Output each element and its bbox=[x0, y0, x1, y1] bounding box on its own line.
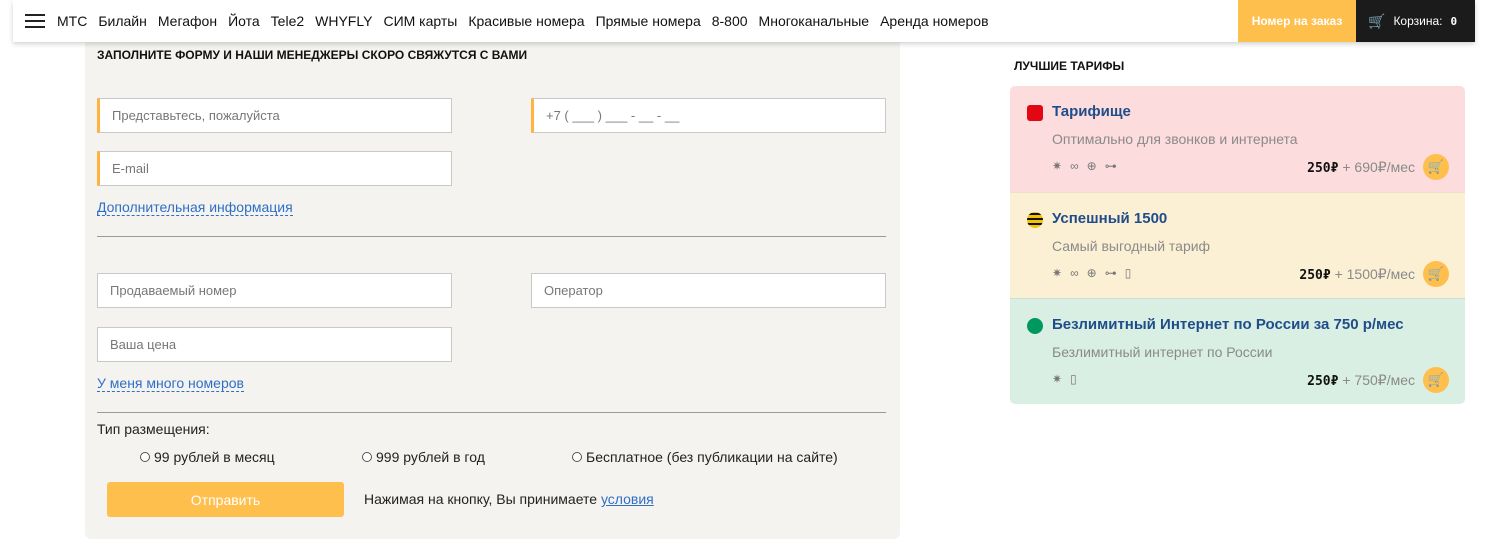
nav-item-beautiful-numbers[interactable]: Красивые номера bbox=[468, 13, 584, 29]
modem-icon: ▯ bbox=[1070, 372, 1077, 386]
nav-item-mts[interactable]: МТС bbox=[57, 13, 87, 29]
tariff-card[interactable]: Тарифище Оптимально для звонков и интерн… bbox=[1010, 86, 1465, 192]
monthly-fee: + 750₽/мес bbox=[1342, 372, 1415, 388]
unlimited-icon: ∞ bbox=[1070, 159, 1079, 173]
many-numbers-link[interactable]: У меня много номеров bbox=[97, 375, 244, 392]
nav-item-whyfly[interactable]: WHYFLY bbox=[315, 13, 372, 29]
monthly-fee: + 690₽/мес bbox=[1342, 159, 1415, 175]
tariff-name[interactable]: Успешный 1500 bbox=[1052, 210, 1167, 227]
tariff-name[interactable]: Тарифище bbox=[1052, 103, 1131, 120]
internet-icon: ⊕ bbox=[1086, 159, 1097, 173]
tariff-name[interactable]: Безлимитный Интернет по России за 750 р/… bbox=[1052, 316, 1404, 333]
cart-icon: 🛒 bbox=[1427, 159, 1445, 174]
placement-option-yearly[interactable]: 999 рублей в год bbox=[362, 449, 485, 465]
calls-icon: ✷ bbox=[1052, 372, 1063, 386]
best-tariffs-title: ЛУЧШИЕ ТАРИФЫ bbox=[1014, 59, 1125, 73]
cart-label: Корзина: bbox=[1393, 14, 1443, 28]
phone-input[interactable]: +7 ( ___ ) ___ - __ - __ bbox=[531, 98, 886, 133]
nav-item-beeline[interactable]: Билайн bbox=[98, 13, 147, 29]
internet-icon: ⊕ bbox=[1086, 266, 1097, 280]
operator-input[interactable]: Оператор bbox=[531, 273, 886, 308]
nav-item-megafon[interactable]: Мегафон bbox=[158, 13, 217, 29]
nav-item-tele2[interactable]: Tele2 bbox=[271, 13, 304, 29]
nav-menu: МТС Билайн Мегафон Йота Tele2 WHYFLY СИМ… bbox=[57, 13, 1000, 29]
sold-number-input[interactable]: Продаваемый номер bbox=[97, 273, 452, 308]
placement-type-label: Тип размещения: bbox=[97, 421, 210, 437]
nav-item-multichannel[interactable]: Многоканальные bbox=[759, 13, 870, 29]
terms-link[interactable]: условия bbox=[601, 491, 654, 507]
megafon-logo-icon bbox=[1027, 318, 1043, 334]
tariff-features: ✷ ∞ ⊕ ⊶ bbox=[1052, 159, 1117, 173]
radio-icon[interactable] bbox=[140, 452, 150, 462]
name-input[interactable]: Представьтесь, пожалуйста bbox=[97, 98, 452, 133]
connection-price: 250₽ bbox=[1307, 161, 1339, 176]
messengers-icon: ⊶ bbox=[1104, 266, 1117, 280]
divider bbox=[97, 236, 886, 237]
placement-option-free[interactable]: Бесплатное (без публикации на сайте) bbox=[572, 449, 838, 465]
tariff-features: ✷ ∞ ⊕ ⊶ ▯ bbox=[1052, 266, 1131, 280]
menu-icon[interactable] bbox=[25, 14, 45, 28]
sms-icon: ▯ bbox=[1124, 266, 1132, 280]
mts-logo-icon bbox=[1027, 105, 1043, 121]
connection-price: 250₽ bbox=[1299, 268, 1331, 283]
cart-icon: 🛒 bbox=[1427, 266, 1445, 281]
cart-icon: 🛒 bbox=[1427, 372, 1445, 387]
connection-price: 250₽ bbox=[1307, 374, 1339, 389]
tariff-price: 250₽ + 690₽/мес bbox=[1307, 159, 1415, 176]
add-to-cart-button[interactable]: 🛒 bbox=[1423, 154, 1449, 180]
nav-item-8800[interactable]: 8-800 bbox=[712, 13, 748, 29]
form-title: ЗАПОЛНИТЕ ФОРМУ И НАШИ МЕНЕДЖЕРЫ СКОРО С… bbox=[97, 48, 528, 62]
submit-button[interactable]: Отправить bbox=[107, 482, 344, 517]
tariff-price: 250₽ + 750₽/мес bbox=[1307, 372, 1415, 389]
placement-option-label: 99 рублей в месяц bbox=[154, 449, 275, 465]
nav-item-sim-cards[interactable]: СИМ карты bbox=[383, 13, 457, 29]
nav-item-direct-numbers[interactable]: Прямые номера bbox=[596, 13, 701, 29]
add-to-cart-button[interactable]: 🛒 bbox=[1423, 261, 1449, 287]
placement-option-label: Бесплатное (без публикации на сайте) bbox=[586, 449, 838, 465]
monthly-fee: + 1500₽/мес bbox=[1334, 266, 1415, 282]
order-number-button[interactable]: Номер на заказ bbox=[1238, 0, 1356, 42]
tariff-description: Самый выгодный тариф bbox=[1052, 238, 1211, 254]
tariff-description: Оптимально для звонков и интернета bbox=[1052, 131, 1298, 147]
tariff-card[interactable]: Успешный 1500 Самый выгодный тариф ✷ ∞ ⊕… bbox=[1010, 192, 1465, 298]
tariffs-list: Тарифище Оптимально для звонков и интерн… bbox=[1010, 86, 1465, 404]
cart-button[interactable]: 🛒 Корзина: 0 bbox=[1356, 0, 1475, 42]
placement-option-monthly[interactable]: 99 рублей в месяц bbox=[140, 449, 275, 465]
additional-info-link[interactable]: Дополнительная информация bbox=[97, 199, 293, 216]
agreement-label: Нажимая на кнопку, Вы принимаете bbox=[364, 491, 598, 507]
email-input[interactable]: E-mail bbox=[97, 151, 452, 186]
cart-icon: 🛒 bbox=[1368, 12, 1386, 29]
price-input[interactable]: Ваша цена bbox=[97, 327, 452, 362]
placement-option-label: 999 рублей в год bbox=[376, 449, 485, 465]
messengers-icon: ⊶ bbox=[1104, 159, 1117, 173]
cart-count: 0 bbox=[1450, 14, 1458, 28]
radio-icon[interactable] bbox=[362, 452, 372, 462]
tariff-card[interactable]: Безлимитный Интернет по России за 750 р/… bbox=[1010, 298, 1465, 404]
radio-icon[interactable] bbox=[572, 452, 582, 462]
tariff-price: 250₽ + 1500₽/мес bbox=[1299, 266, 1415, 283]
top-navigation: МТС Билайн Мегафон Йота Tele2 WHYFLY СИМ… bbox=[13, 0, 1475, 42]
tariff-description: Безлимитный интернет по России bbox=[1052, 344, 1273, 360]
calls-icon: ✷ bbox=[1052, 266, 1063, 280]
tariff-features: ✷ ▯ bbox=[1052, 372, 1077, 386]
sell-number-form: ЗАПОЛНИТЕ ФОРМУ И НАШИ МЕНЕДЖЕРЫ СКОРО С… bbox=[85, 30, 900, 539]
beeline-logo-icon bbox=[1027, 212, 1043, 228]
unlimited-icon: ∞ bbox=[1070, 266, 1079, 280]
calls-icon: ✷ bbox=[1052, 159, 1063, 173]
nav-item-yota[interactable]: Йота bbox=[228, 13, 260, 29]
agreement-text: Нажимая на кнопку, Вы принимаете условия bbox=[364, 491, 654, 507]
divider bbox=[97, 412, 886, 413]
nav-item-number-rent[interactable]: Аренда номеров bbox=[880, 13, 988, 29]
add-to-cart-button[interactable]: 🛒 bbox=[1423, 367, 1449, 393]
